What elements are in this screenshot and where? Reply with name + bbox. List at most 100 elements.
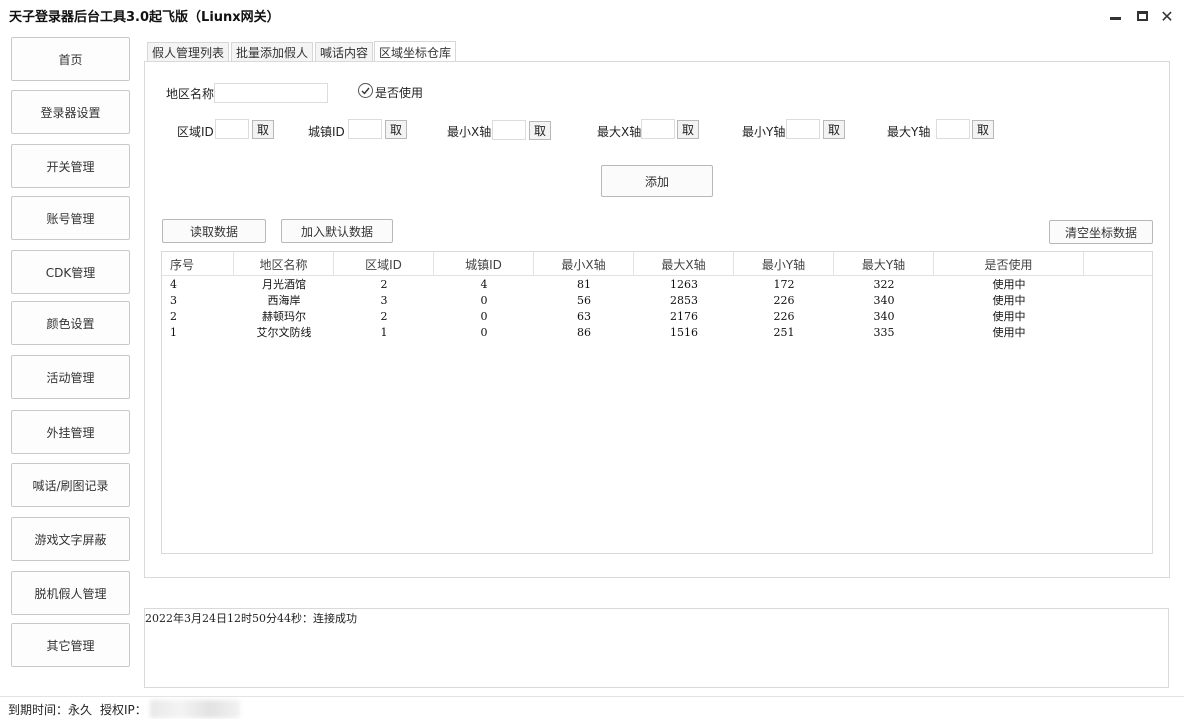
close-button[interactable]: ✕	[1157, 6, 1177, 26]
add-default-data-button[interactable]: 加入默认数据	[281, 219, 393, 243]
region-table[interactable]: 序号 地区名称 区域ID 城镇ID 最小X轴 最大X轴 最小Y轴 最大Y轴 是否…	[161, 251, 1153, 554]
cell-index: 2	[170, 310, 177, 323]
max-y-label: 最大Y轴	[887, 125, 931, 139]
min-x-fetch-button[interactable]: 取	[529, 121, 551, 140]
log-box[interactable]: 2022年3月24日12时50分44秒：连接成功	[144, 608, 1169, 688]
column-header-area-id[interactable]: 区域ID	[334, 252, 434, 276]
sidebar-item-cheat-management[interactable]: 外挂管理	[11, 410, 130, 454]
column-header-min-x[interactable]: 最小X轴	[534, 252, 634, 276]
area-id-input[interactable]	[215, 119, 249, 139]
table-row[interactable]: 1 艾尔文防线 1 0 86 1516 251 335 使用中	[162, 325, 1152, 341]
enabled-label: 是否使用	[375, 86, 424, 100]
cell-max-x: 2853	[670, 294, 698, 307]
read-data-button[interactable]: 读取数据	[162, 219, 266, 243]
sidebar-item-label: 脱机假人管理	[34, 586, 107, 601]
sidebar-item-label: 开关管理	[46, 159, 95, 174]
cell-max-x: 2176	[670, 310, 698, 323]
sidebar-item-label: CDK管理	[45, 265, 96, 280]
max-y-fetch-button[interactable]: 取	[972, 120, 994, 139]
sidebar-item-cdk-management[interactable]: CDK管理	[11, 250, 130, 294]
tab-region-coordinates[interactable]: 区域坐标仓库	[374, 41, 457, 62]
column-header-max-y[interactable]: 最大Y轴	[834, 252, 934, 276]
clear-coordinates-button[interactable]: 清空坐标数据	[1049, 220, 1153, 244]
sidebar-item-switch-management[interactable]: 开关管理	[11, 144, 130, 188]
table-row[interactable]: 2 赫顿玛尔 2 0 63 2176 226 340 使用中	[162, 309, 1152, 325]
expiry-value: 永久	[68, 703, 93, 717]
sidebar-item-label: 外挂管理	[46, 425, 95, 440]
cell-min-x: 63	[577, 310, 591, 323]
cell-min-y: 226	[773, 310, 795, 323]
title-bar: 天子登录器后台工具3.0起飞版（Liunx网关） ✕	[0, 0, 1184, 32]
column-header-min-y[interactable]: 最小Y轴	[734, 252, 834, 276]
cell-area-id: 2	[380, 310, 388, 323]
minimize-button[interactable]	[1105, 6, 1125, 26]
cell-area-id: 2	[380, 278, 388, 291]
town-id-input[interactable]	[348, 119, 382, 139]
table-row[interactable]: 3 西海岸 3 0 56 2853 226 340 使用中	[162, 293, 1152, 309]
close-icon: ✕	[1160, 6, 1174, 26]
column-header-enabled[interactable]: 是否使用	[934, 252, 1084, 276]
sidebar-item-other-management[interactable]: 其它管理	[11, 623, 130, 667]
column-header-region-name[interactable]: 地区名称	[234, 252, 334, 276]
cell-min-x: 86	[577, 326, 591, 339]
max-x-fetch-button[interactable]: 取	[677, 120, 699, 139]
sidebar-item-label: 登录器设置	[40, 105, 101, 120]
sidebar-item-home[interactable]: 首页	[11, 37, 130, 81]
max-x-label: 最大X轴	[597, 125, 642, 139]
cell-town-id: 4	[480, 278, 488, 291]
cell-min-y: 226	[773, 294, 795, 307]
maximize-button[interactable]	[1132, 6, 1152, 26]
town-id-fetch-button[interactable]: 取	[385, 120, 407, 139]
sidebar-item-shout-records[interactable]: 喊话/刷图记录	[11, 463, 130, 507]
cell-min-x: 81	[577, 278, 591, 291]
cell-enabled: 使用中	[992, 278, 1026, 291]
tab-label: 喊话内容	[320, 45, 369, 60]
redacted-ip	[150, 700, 240, 718]
column-header-max-x[interactable]: 最大X轴	[634, 252, 734, 276]
max-y-input[interactable]	[936, 119, 970, 139]
town-id-label: 城镇ID	[308, 125, 345, 139]
add-button[interactable]: 添加	[601, 165, 713, 197]
column-header-filler	[1084, 252, 1152, 276]
sidebar-item-offline-bot-management[interactable]: 脱机假人管理	[11, 571, 130, 615]
area-id-label: 区域ID	[177, 125, 214, 139]
cell-max-y: 322	[873, 278, 895, 291]
cell-area-id: 1	[380, 326, 388, 339]
min-y-input[interactable]	[786, 119, 820, 139]
cell-min-y: 251	[773, 326, 795, 339]
sidebar-item-label: 游戏文字屏蔽	[34, 532, 107, 547]
tab-shout-content[interactable]: 喊话内容	[315, 42, 374, 61]
sidebar-item-launcher-settings[interactable]: 登录器设置	[11, 90, 130, 134]
column-header-index[interactable]: 序号	[162, 252, 234, 276]
sidebar-item-event-management[interactable]: 活动管理	[11, 355, 130, 399]
enabled-checkbox[interactable]	[358, 83, 373, 98]
sidebar-item-text-filter[interactable]: 游戏文字屏蔽	[11, 517, 130, 561]
region-name-input[interactable]	[214, 83, 328, 103]
tab-label: 假人管理列表	[152, 45, 225, 60]
area-id-fetch-button[interactable]: 取	[252, 120, 274, 139]
max-x-input[interactable]	[641, 119, 675, 139]
cell-max-x: 1263	[670, 278, 698, 291]
log-text: 2022年3月24日12时50分44秒：连接成功	[145, 612, 357, 625]
tab-label: 区域坐标仓库	[379, 45, 452, 60]
sidebar-item-account-management[interactable]: 账号管理	[11, 196, 130, 240]
cell-min-x: 56	[577, 294, 591, 307]
cell-max-y: 335	[873, 326, 895, 339]
sidebar-item-color-settings[interactable]: 颜色设置	[11, 301, 130, 345]
cell-town-id: 0	[480, 310, 488, 323]
min-y-label: 最小Y轴	[742, 125, 786, 139]
cell-min-y: 172	[773, 278, 795, 291]
tab-bot-list[interactable]: 假人管理列表	[147, 42, 230, 61]
min-x-input[interactable]	[492, 120, 526, 140]
cell-area-id: 3	[380, 294, 388, 307]
expiry-label: 到期时间：	[8, 703, 69, 717]
cell-town-id: 0	[480, 294, 488, 307]
table-row[interactable]: 4 月光酒馆 2 4 81 1263 172 322 使用中	[162, 277, 1152, 293]
check-icon	[361, 87, 370, 95]
minimize-icon	[1109, 16, 1121, 20]
cell-region-name: 月光酒馆	[262, 278, 306, 291]
window-title: 天子登录器后台工具3.0起飞版（Liunx网关）	[9, 10, 280, 25]
min-y-fetch-button[interactable]: 取	[823, 120, 845, 139]
tab-batch-add-bots[interactable]: 批量添加假人	[231, 42, 314, 61]
column-header-town-id[interactable]: 城镇ID	[434, 252, 534, 276]
